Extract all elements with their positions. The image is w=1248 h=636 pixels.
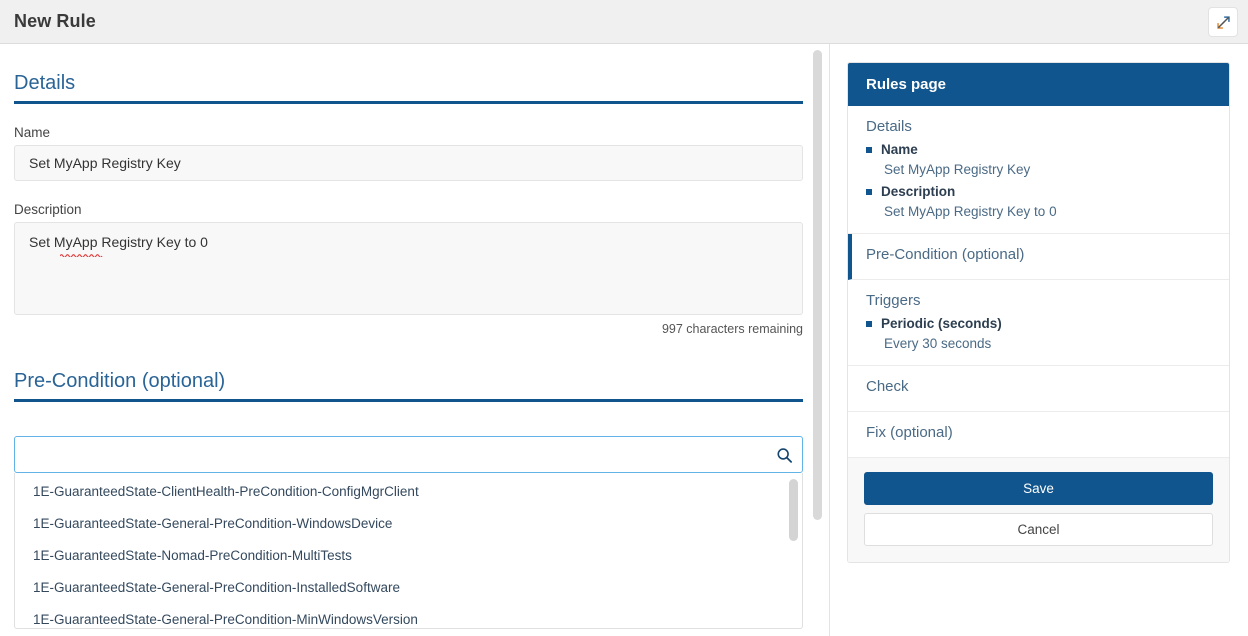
summary-row: Periodic (seconds) Every 30 seconds <box>866 316 1211 351</box>
summary-section-triggers[interactable]: Triggers Periodic (seconds) Every 30 secon… <box>848 280 1229 366</box>
summary-section-title: Triggers <box>866 292 921 309</box>
name-input[interactable] <box>14 145 803 181</box>
character-counter: 997 characters remaining <box>661 322 803 336</box>
page-title: New Rule <box>14 11 96 31</box>
summary-row: Description Set MyApp Registry Key to 0 <box>866 184 1211 219</box>
search-button[interactable] <box>773 444 795 466</box>
summary-section-pre-condition-optional[interactable]: Pre-Condition (optional) <box>848 234 1229 280</box>
cancel-button[interactable]: Cancel <box>864 513 1213 546</box>
dropdown-items-container: 1E-GuaranteedState-ClientHealth-PreCondi… <box>15 476 802 628</box>
summary-card-footer: Save Cancel <box>848 458 1229 562</box>
name-field-label: Name <box>14 125 51 140</box>
description-input[interactable] <box>14 222 803 315</box>
summary-row: Name Set MyApp Registry Key <box>866 142 1211 177</box>
precondition-combobox <box>14 436 803 473</box>
dropdown-item[interactable]: 1E-GuaranteedState-Nomad-PreCondition-Mu… <box>15 540 802 572</box>
summary-section-title: Pre-Condition (optional) <box>866 246 1025 263</box>
summary-sections-container: Details Name Set MyApp Registry Key Descrip… <box>848 106 1229 458</box>
rule-form-panel: Details Name Description 997 characters … <box>0 44 830 636</box>
summary-section-title: Fix (optional) <box>866 424 953 441</box>
summary-section-details[interactable]: Details Name Set MyApp Registry Key Descrip… <box>848 106 1229 234</box>
details-section-heading: Details <box>14 44 803 104</box>
left-panel-scrollbar-thumb[interactable] <box>813 50 822 520</box>
dropdown-scrollbar-thumb[interactable] <box>789 479 798 541</box>
summary-row-value: Set MyApp Registry Key to 0 <box>884 204 1057 219</box>
precondition-dropdown-list[interactable]: 1E-GuaranteedState-ClientHealth-PreCondi… <box>14 473 803 629</box>
app-header: New Rule <box>0 0 1248 44</box>
summary-section-check[interactable]: Check <box>848 366 1229 412</box>
description-field-label: Description <box>14 202 82 217</box>
save-button[interactable]: Save <box>864 472 1213 505</box>
dropdown-item[interactable]: 1E-GuaranteedState-General-PreCondition-… <box>15 572 802 604</box>
summary-row-key: Periodic (seconds) <box>866 316 1211 331</box>
summary-row-value: Set MyApp Registry Key <box>884 162 1031 177</box>
precondition-section-heading: Pre-Condition (optional) <box>14 336 803 402</box>
summary-section-title: Details <box>866 118 912 135</box>
expand-diagonal-icon <box>1216 15 1230 29</box>
rules-summary-card: Rules page Details Name Set MyApp Registry… <box>847 62 1230 563</box>
dropdown-item[interactable]: 1E-GuaranteedState-General-PreCondition-… <box>15 604 802 628</box>
summary-sidebar: Rules page Details Name Set MyApp Registry… <box>831 44 1248 636</box>
summary-section-fix-optional[interactable]: Fix (optional) <box>848 412 1229 458</box>
dropdown-item[interactable]: 1E-GuaranteedState-General-PreCondition-… <box>15 508 802 540</box>
summary-row-value: Every 30 seconds <box>884 336 992 351</box>
search-icon <box>776 447 792 463</box>
precondition-search-input[interactable] <box>14 436 803 473</box>
summary-row-key: Name <box>866 142 1211 157</box>
summary-row-key: Description <box>866 184 1211 199</box>
expand-button[interactable] <box>1208 7 1238 37</box>
summary-card-title: Rules page <box>848 63 1229 106</box>
summary-section-title: Check <box>866 378 909 395</box>
dropdown-item[interactable]: 1E-GuaranteedState-ClientHealth-PreCondi… <box>15 476 802 508</box>
